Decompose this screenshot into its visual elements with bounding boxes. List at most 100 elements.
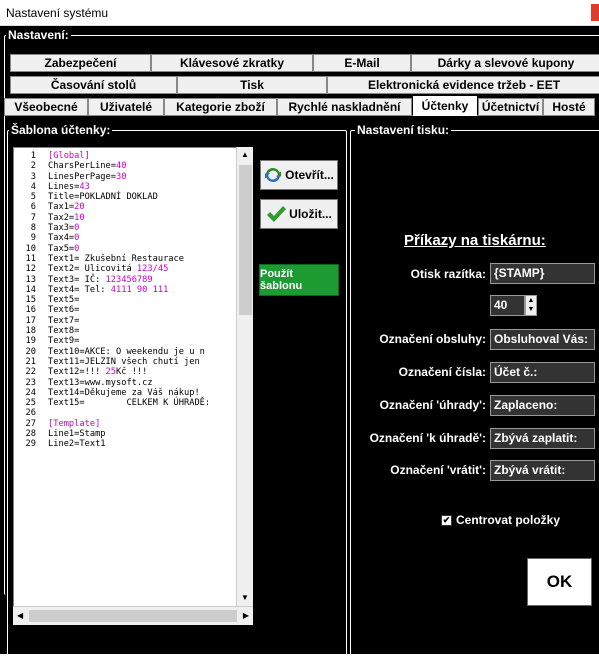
center-items-checkbox[interactable]: ✔ Centrovat položky [441,513,560,527]
stepper-up-icon[interactable]: ▲ [526,296,536,305]
tab-uzivatele[interactable]: Uživatelé [88,98,164,116]
code-line[interactable]: Text6= [48,305,232,315]
save-button-label: Uložit... [289,207,332,221]
line-number: 6 [30,202,36,213]
tab-hoste[interactable]: Hosté [543,98,595,116]
code-token: Text13=www.mysoft.cz [48,377,153,388]
code-line[interactable] [48,408,232,418]
code-line[interactable]: Tax1=20 [48,202,232,212]
template-editor[interactable]: 1 2 3 4 5 6 7 8 9 10 11 12 13 14 15 16 17 18 19 20 21 22 23 24 2… [13,147,253,625]
code-line[interactable]: Title=POKLADNÍ DOKLAD [48,192,232,202]
tab-row-3: Všeobecné Uživatelé Kategorie zboží Rych… [4,95,595,116]
scrollbar-thumb[interactable] [239,165,252,315]
code-token: Line1=Stamp [48,429,106,440]
line-number: 4 [30,181,36,192]
scroll-right-icon[interactable]: ▶ [243,612,249,620]
return-field[interactable]: Zbývá vrátit: [490,460,595,481]
tab-tisk[interactable]: Tisk [177,76,327,94]
code-line[interactable]: Text10=AKCE: O weekendu je u n [48,347,232,357]
ok-button[interactable]: OK [527,558,592,606]
topay-field[interactable]: Zbývá zaplatit: [490,428,595,449]
code-line[interactable]: Tax2=10 [48,213,232,223]
code-line[interactable]: [Global] [48,151,232,161]
hscrollbar-thumb[interactable] [29,610,237,622]
code-line[interactable]: Tax3=0 [48,223,232,233]
editor-horizontal-scrollbar[interactable]: ◀ ▶ [13,606,253,625]
code-line[interactable]: Text7= [48,316,232,326]
stamp-field[interactable]: {STAMP} [490,263,595,284]
code-token: 123456789 [105,274,153,285]
line-number: 1 [30,151,36,161]
code-line[interactable]: Text14=Děkujeme za Váš nákup! [48,388,232,398]
code-token: 0 [74,233,80,244]
code-line[interactable]: Line1=Stamp [48,429,232,439]
tab-vseobecne[interactable]: Všeobecné [4,98,88,116]
tab-eet[interactable]: Elektronická evidence tržeb - EET [327,76,599,94]
code-line[interactable]: Text15= CELKEM K ÚHRADĚ: [48,398,232,408]
code-line[interactable]: Text11=JELZIN všech chutí jen [48,357,232,367]
code-line[interactable]: Text5= [48,295,232,305]
number-field[interactable]: Účet č.: [490,362,595,383]
stamp-size-field[interactable]: 40 [490,295,525,316]
line-number: 9 [30,233,36,244]
scroll-up-icon[interactable]: ▲ [241,151,249,159]
code-line[interactable]: CharsPerLine=40 [48,161,232,171]
tab-row-1: Zabezpečení Klávesové zkratky E-Mail Dár… [10,54,599,72]
tab-kategorie-zbozi[interactable]: Kategorie zboží [164,98,277,116]
line-number: 13 [25,274,36,285]
tab-uctenky[interactable]: Účtenky [412,95,478,116]
checkbox-check-icon[interactable]: ✔ [441,514,452,526]
stepper-down-icon[interactable]: ▼ [526,305,536,314]
line-number: 8 [30,223,36,234]
stamp-size-stepper[interactable]: ▲ ▼ [525,295,537,316]
staff-field[interactable]: Obsluhoval Vás: [490,329,595,350]
code-line[interactable]: Text1= Zkušební Restaurace [48,254,232,264]
code-line[interactable]: [Template] [48,419,232,429]
line-number: 22 [25,367,36,378]
line-number: 26 [25,408,36,419]
code-token: 43 [79,181,90,192]
code-line[interactable]: Text3= IČ: 123456789 [48,275,232,285]
code-token: LinesPerPage= [48,171,116,182]
code-token: Tax5= [48,243,75,254]
window-title: Nastavení systému [6,6,109,20]
tab-darky-kupony[interactable]: Dárky a slevové kupony [411,54,599,72]
save-button[interactable]: Uložit... [260,199,338,229]
code-line[interactable]: Lines=43 [48,182,232,192]
line-number: 20 [25,346,36,357]
scroll-left-icon[interactable]: ◀ [17,612,23,620]
close-icon[interactable] [591,4,599,21]
tab-klavesove-zkratky[interactable]: Klávesové zkratky [151,54,313,72]
template-group-label: Šablona účtenky: [9,123,113,137]
code-line[interactable]: LinesPerPage=30 [48,172,232,182]
open-button[interactable]: Otevřít... [260,160,338,190]
tab-rychle-naskladneni[interactable]: Rychlé naskladnění [277,98,412,116]
code-line[interactable]: Line2=Text1 [48,439,232,449]
tab-ucetnictvi[interactable]: Účetnictví [478,98,543,116]
code-line[interactable]: Text9= [48,336,232,346]
code-line[interactable]: Tax4=0 [48,233,232,243]
line-number: 16 [25,305,36,316]
scroll-down-icon[interactable]: ▼ [241,594,249,602]
open-button-label: Otevřít... [285,168,334,182]
line-number: 17 [25,315,36,326]
code-token: [Template] [48,418,101,429]
code-line[interactable]: Text13=www.mysoft.cz [48,378,232,388]
line-number: 23 [25,377,36,388]
editor-vertical-scrollbar[interactable]: ▲ ▼ [236,147,253,606]
code-line[interactable]: Text12=!!! 25Kč !!! [48,367,232,377]
template-code[interactable]: [Global] CharsPerLine=40 LinesPerPage=30 Li… [48,151,232,450]
code-line[interactable]: Text2= Ulicovitá 123/45 [48,264,232,274]
code-token: Kč !!! [116,367,148,378]
line-number: 3 [30,171,36,182]
tab-email[interactable]: E-Mail [313,54,411,72]
code-line[interactable]: Tax5=0 [48,244,232,254]
tab-casovani-stolu[interactable]: Časování stolů [10,76,177,94]
code-line[interactable]: Text8= [48,326,232,336]
code-line[interactable]: Text4= Tel: 4111 90 111 [48,285,232,295]
topay-label: Označení 'k úhradě': [369,431,486,445]
line-number: 21 [25,356,36,367]
paid-field[interactable]: Zaplaceno: [490,395,595,416]
tab-zabezpeceni[interactable]: Zabezpečení [10,54,151,72]
settings-group-label: Nastavení: [6,28,71,42]
